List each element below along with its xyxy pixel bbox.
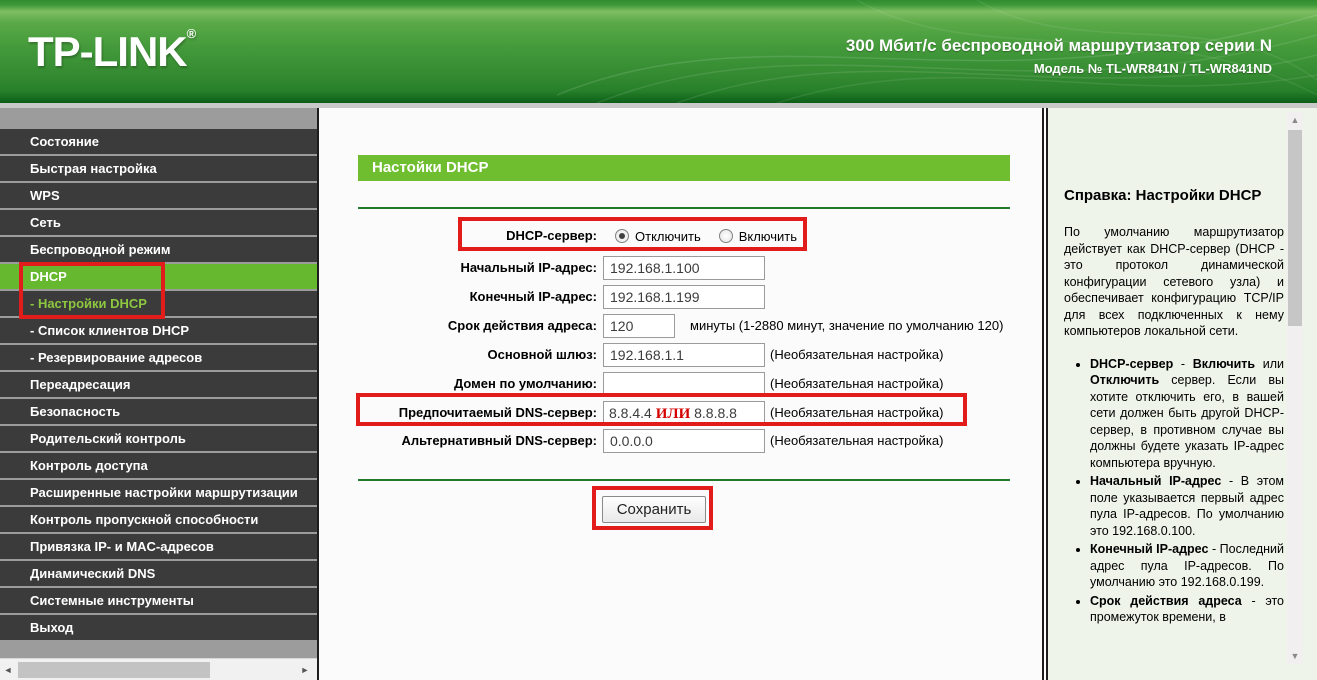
lease-time-row: Срок действия адреса: минуты (1-2880 мин… [319,313,1019,339]
sidebar-item-address-reservation[interactable]: - Резервирование адресов [0,345,317,370]
horizontal-scrollbar-thumb[interactable] [18,662,210,678]
primary-dns-hint: (Необязательная настройка) [770,405,944,420]
tp-link-logo: TP-LINK® [28,26,197,75]
help-title: Справка: Настройки DHCP [1064,187,1262,204]
sidebar-item-security[interactable]: Безопасность [0,399,317,424]
help-bullet-list: DHCP-сервер - Включить или Отключить сер… [1090,356,1284,626]
sidebar-menu: Состояние Быстрая настройка WPS Сеть Бес… [0,129,317,642]
domain-field[interactable] [603,372,765,396]
start-ip-label: Начальный IP-адрес: [460,260,597,275]
gateway-hint: (Необязательная настройка) [770,347,944,362]
primary-dns-value-b: 8.8.8.8 [694,405,737,421]
help-panel: Справка: Настройки DHCP По умолчанию мар… [1046,108,1317,680]
start-ip-field[interactable] [603,256,765,280]
end-ip-field[interactable] [603,285,765,309]
help-vertical-scrollbar[interactable]: ▲ ▼ [1287,112,1303,664]
sidebar-item-network[interactable]: Сеть [0,210,317,235]
help-intro: По умолчанию маршрутизатор действует как… [1064,225,1284,338]
save-button[interactable]: Сохранить [602,496,706,523]
secondary-dns-row: Альтернативный DNS-сервер: (Необязательн… [319,428,1019,454]
scroll-left-icon[interactable]: ◄ [0,659,16,680]
secondary-dns-field[interactable] [603,429,765,453]
secondary-dns-hint: (Необязательная настройка) [770,433,944,448]
sidebar: Состояние Быстрая настройка WPS Сеть Бес… [0,108,317,680]
dhcp-disable-label: Отключить [635,228,701,244]
sidebar-item-system-tools[interactable]: Системные инструменты [0,588,317,613]
sidebar-item-dhcp-clients[interactable]: - Список клиентов DHCP [0,318,317,343]
sidebar-horizontal-scrollbar[interactable]: ◄ ► [0,658,317,680]
sidebar-item-dhcp[interactable]: DHCP [0,264,317,289]
help-bullet-end-ip: Конечный IP-адрес - Последний адрес пула… [1090,541,1284,591]
sidebar-item-dhcp-settings[interactable]: - Настройки DHCP [0,291,317,316]
sidebar-item-wireless[interactable]: Беспроводной режим [0,237,317,262]
sidebar-item-forwarding[interactable]: Переадресация [0,372,317,397]
scroll-down-icon[interactable]: ▼ [1287,648,1303,664]
router-admin-page: TP-LINK® 300 Мбит/с беспроводной маршрут… [0,0,1317,680]
sidebar-item-wps[interactable]: WPS [0,183,317,208]
dhcp-enable-label: Включить [738,228,798,244]
sidebar-item-parental-control[interactable]: Родительский контроль [0,426,317,451]
sidebar-item-logout[interactable]: Выход [0,615,317,640]
end-ip-row: Конечный IP-адрес: [319,284,1019,310]
lease-time-field[interactable] [603,314,675,338]
lease-time-label: Срок действия адреса: [447,318,597,333]
vertical-scrollbar-thumb[interactable] [1288,130,1302,326]
scroll-right-icon[interactable]: ► [297,659,313,680]
help-bullet-dhcp-server: DHCP-сервер - Включить или Отключить сер… [1090,356,1284,472]
domain-row: Домен по умолчанию: (Необязательная наст… [319,371,1019,397]
primary-dns-field[interactable]: 8.8.4.4 ИЛИ 8.8.8.8 [603,401,765,425]
sidebar-item-ip-mac-binding[interactable]: Привязка IP- и MAC-адресов [0,534,317,559]
end-ip-label: Конечный IP-адрес: [469,289,597,304]
primary-dns-label: Предпочитаемый DNS-сервер: [398,405,597,420]
dhcp-enable-radio[interactable] [718,229,733,243]
main-panel: Настойки DHCP DHCP-сервер: Отключить Вкл… [317,108,1044,680]
domain-hint: (Необязательная настройка) [770,376,944,391]
domain-label: Домен по умолчанию: [453,376,597,391]
secondary-dns-label: Альтернативный DNS-сервер: [401,433,597,448]
sidebar-item-status[interactable]: Состояние [0,129,317,154]
dhcp-server-label: DHCP-сервер: [506,228,597,243]
or-annotation: ИЛИ [655,406,691,422]
form-bottom-separator [358,479,1010,481]
help-bullet-start-ip: Начальный IP-адрес - В этом поле указыва… [1090,473,1284,539]
header-banner: TP-LINK® 300 Мбит/с беспроводной маршрут… [0,0,1317,103]
sidebar-item-dynamic-dns[interactable]: Динамический DNS [0,561,317,586]
sidebar-item-advanced-routing[interactable]: Расширенные настройки маршрутизации [0,480,317,505]
sidebar-item-bandwidth-control[interactable]: Контроль пропускной способности [0,507,317,532]
help-bullet-lease-time: Срок действия адреса - это промежуток вр… [1090,593,1284,626]
primary-dns-row: Предпочитаемый DNS-сервер: 8.8.4.4 ИЛИ 8… [319,400,1019,426]
gateway-label: Основной шлюз: [487,347,597,362]
dhcp-server-row: DHCP-сервер: Отключить Включить [319,223,1019,249]
dhcp-disable-radio[interactable] [615,229,629,243]
model-number: Модель № TL-WR841N / TL-WR841ND [1033,61,1272,76]
page-title: Настойки DHCP [358,155,1010,181]
product-tagline: 300 Мбит/с беспроводной маршрутизатор се… [845,36,1272,55]
primary-dns-value-a: 8.8.4.4 [609,405,652,421]
start-ip-row: Начальный IP-адрес: [319,255,1019,281]
sidebar-item-quick-setup[interactable]: Быстрая настройка [0,156,317,181]
gateway-row: Основной шлюз: (Необязательная настройка… [319,342,1019,368]
lease-time-hint: минуты (1-2880 минут, значение по умолча… [690,318,1004,333]
sidebar-item-access-control[interactable]: Контроль доступа [0,453,317,478]
registered-trademark-icon: ® [186,26,197,41]
gateway-field[interactable] [603,343,765,367]
scroll-up-icon[interactable]: ▲ [1287,112,1303,128]
form-top-separator [358,207,1010,209]
